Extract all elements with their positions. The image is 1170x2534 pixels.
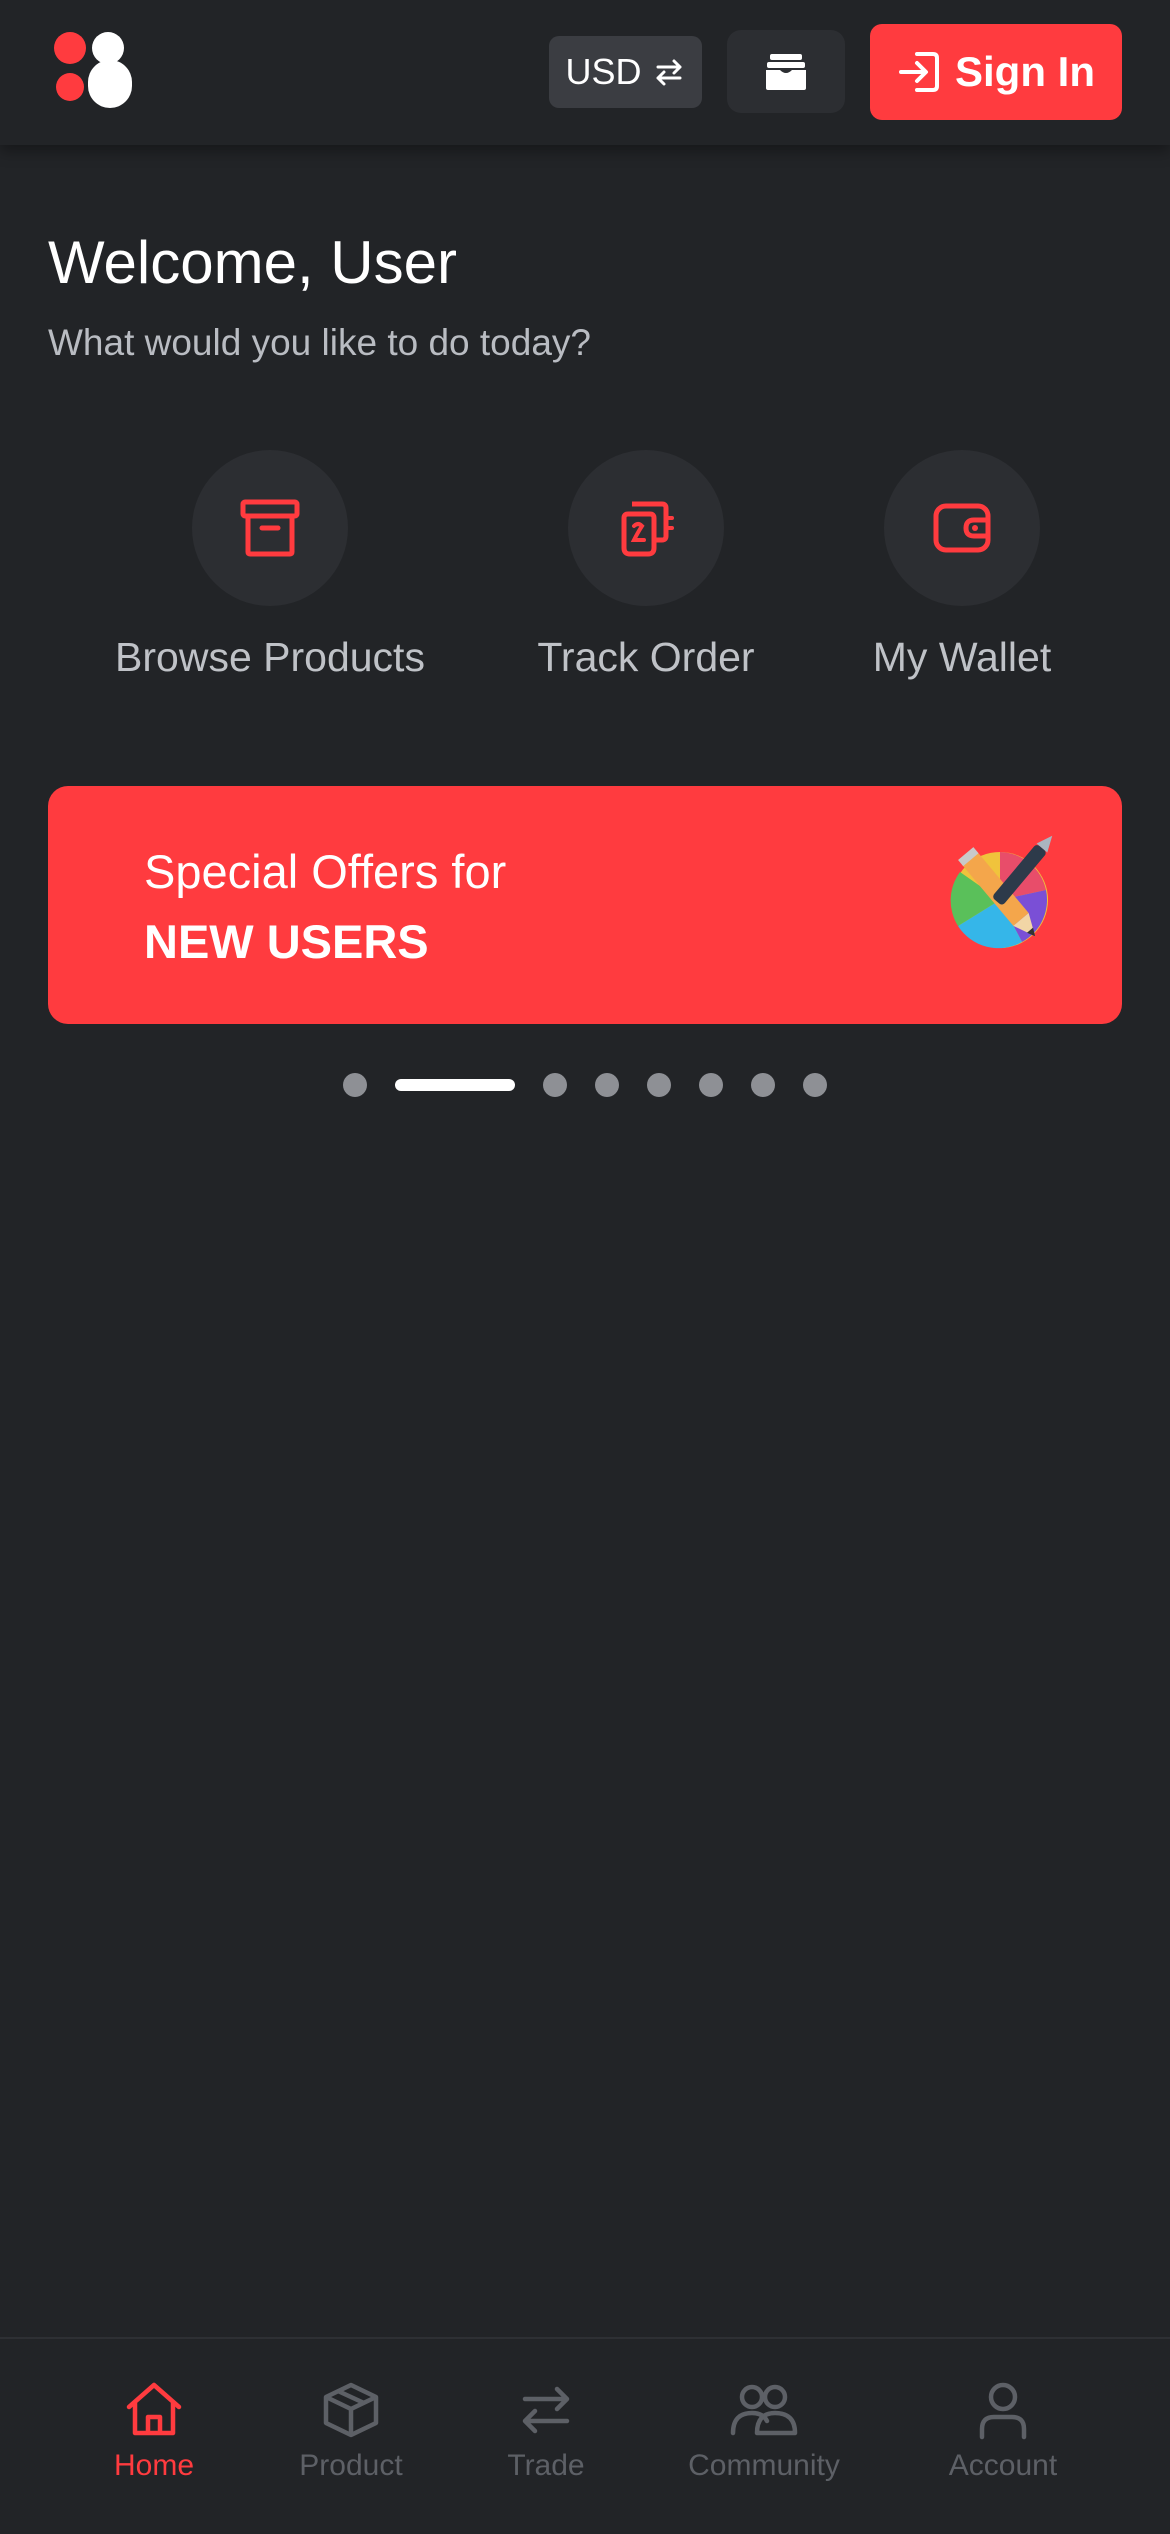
bottom-navigation: Home Product Trade Community Account	[0, 2337, 1170, 2534]
carousel-dot[interactable]	[751, 1073, 775, 1097]
nav-home[interactable]: Home	[104, 2379, 204, 2483]
banner-line1: Special Offers for	[144, 845, 507, 898]
carousel-dot[interactable]	[343, 1073, 367, 1097]
action-browse-products[interactable]: Browse Products	[100, 450, 440, 681]
action-my-wallet[interactable]: My Wallet	[792, 450, 1132, 681]
welcome-title: Welcome, User	[48, 229, 457, 296]
nav-label: Home	[113, 2449, 195, 2482]
action-track-order[interactable]: Track Order	[476, 450, 816, 681]
nav-trade[interactable]: Trade	[496, 2379, 596, 2483]
currency-switch-button[interactable]: USD	[549, 36, 702, 108]
swap-arrows-icon	[522, 2386, 570, 2434]
nav-label: Product	[299, 2449, 403, 2482]
sign-in-button[interactable]: Sign In	[870, 24, 1122, 120]
action-icon-circle	[192, 450, 348, 606]
nav-label: Trade	[507, 2449, 585, 2482]
sign-in-icon	[899, 52, 939, 92]
carousel-indicators	[0, 1072, 1170, 1098]
top-header: USD Sign In	[0, 0, 1170, 145]
sign-in-label: Sign In	[955, 48, 1095, 95]
carousel-dot[interactable]	[647, 1073, 671, 1097]
action-label: Browse Products	[115, 634, 425, 680]
carousel-dot-active[interactable]	[395, 1079, 515, 1091]
people-icon	[730, 2384, 798, 2436]
carousel-dot[interactable]	[699, 1073, 723, 1097]
action-icon-circle	[568, 450, 724, 606]
nav-label: Community	[688, 2449, 840, 2482]
action-icon-circle	[884, 450, 1040, 606]
carousel-dot[interactable]	[543, 1073, 567, 1097]
carousel-dot[interactable]	[595, 1073, 619, 1097]
action-label: Track Order	[537, 634, 755, 680]
promo-banner[interactable]: Special Offers for NEW USERS	[48, 786, 1122, 1024]
nav-account[interactable]: Account	[938, 2379, 1068, 2483]
welcome-subtitle: What would you like to do today?	[48, 322, 591, 363]
currency-label: USD	[565, 51, 642, 92]
wallet-icon	[933, 503, 991, 553]
nav-product[interactable]: Product	[290, 2379, 412, 2483]
nav-community[interactable]: Community	[684, 2379, 844, 2483]
wallet-stack-icon	[766, 53, 806, 90]
home-icon	[126, 2382, 182, 2436]
receipt-icon	[621, 501, 674, 557]
carousel-dot[interactable]	[803, 1073, 827, 1097]
wallet-button[interactable]	[727, 30, 845, 113]
banner-line2: NEW USERS	[144, 915, 429, 968]
nav-label: Account	[948, 2449, 1058, 2482]
swap-icon	[656, 59, 681, 86]
box-icon	[323, 2382, 379, 2438]
archive-box-icon	[240, 499, 300, 557]
action-label: My Wallet	[872, 634, 1052, 680]
pencil-pen-illustration	[950, 835, 1053, 949]
app-logo[interactable]	[52, 30, 134, 112]
person-icon	[979, 2382, 1027, 2440]
